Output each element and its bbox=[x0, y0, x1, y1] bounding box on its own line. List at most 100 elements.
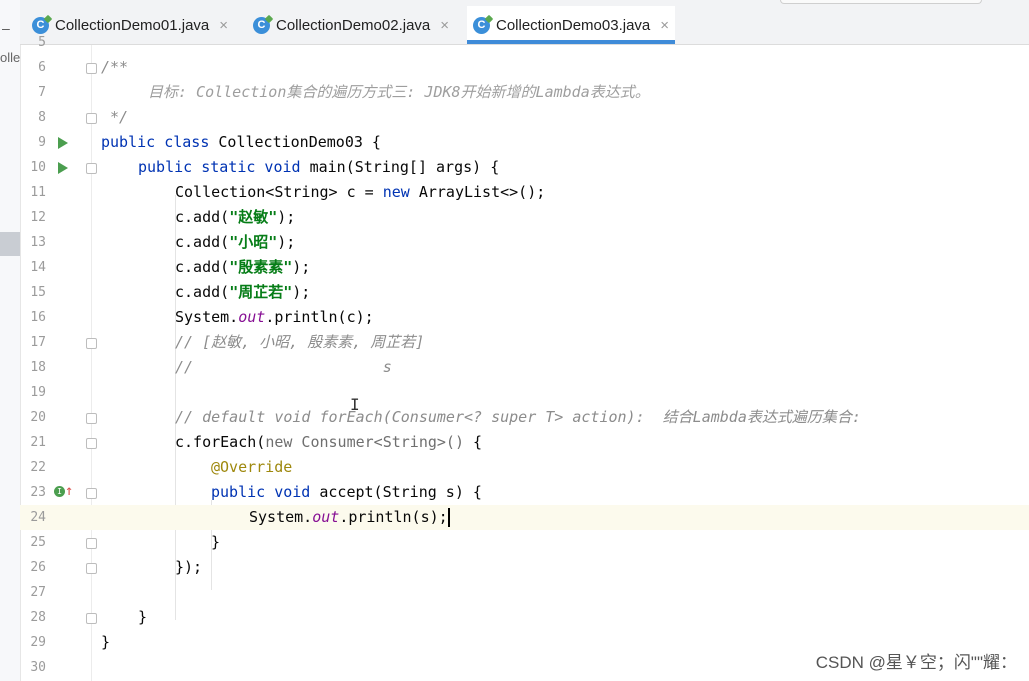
code-line: 22 @Override bbox=[20, 455, 1029, 480]
collapse-icon[interactable]: – bbox=[2, 20, 10, 36]
line-comment: // default void forEach(Consumer<? super… bbox=[175, 408, 861, 426]
code-token: c.forEach( bbox=[175, 433, 266, 451]
run-icon[interactable] bbox=[58, 162, 68, 174]
code-line: 28 } bbox=[20, 605, 1029, 630]
project-panel-strip: – olle bbox=[0, 0, 21, 681]
code-text: c.add("周芷若"); bbox=[175, 280, 310, 305]
mouse-ibeam-cursor: I bbox=[350, 395, 360, 414]
line-number: 27 bbox=[30, 585, 46, 600]
line-number: 13 bbox=[30, 235, 46, 250]
code-token: ArrayList<>(); bbox=[409, 183, 546, 201]
string-literal: "殷素素" bbox=[229, 258, 293, 276]
line-number: 30 bbox=[30, 660, 46, 675]
line-number: 10 bbox=[30, 160, 46, 175]
static-field: out bbox=[238, 308, 266, 326]
code-line: 14 c.add("殷素素"); bbox=[20, 255, 1029, 280]
line-number: 20 bbox=[30, 410, 46, 425]
line-number: 6 bbox=[38, 60, 46, 75]
anonymous-class: new Consumer<String>() bbox=[265, 433, 464, 451]
up-arrow-icon[interactable]: ↑ bbox=[65, 483, 73, 499]
code-token: ); bbox=[292, 283, 311, 301]
fold-icon[interactable] bbox=[86, 338, 97, 349]
current-code-line: 24 System.out.println(s); bbox=[20, 505, 1029, 530]
code-text: c.add("小昭"); bbox=[175, 230, 295, 255]
run-icon[interactable] bbox=[58, 137, 68, 149]
line-number: 16 bbox=[30, 310, 46, 325]
fold-icon[interactable] bbox=[86, 563, 97, 574]
code-line: 19 bbox=[20, 380, 1029, 405]
code-token: { bbox=[464, 433, 483, 451]
line-number: 18 bbox=[30, 360, 46, 375]
text-cursor bbox=[447, 508, 450, 527]
line-number: 28 bbox=[30, 610, 46, 625]
line-number: 23 bbox=[30, 485, 46, 500]
line-number: 11 bbox=[30, 185, 46, 200]
gutter bbox=[58, 155, 110, 180]
code-line: 11 Collection<String> c = new ArrayList<… bbox=[20, 180, 1029, 205]
fold-icon[interactable] bbox=[86, 113, 97, 124]
line-number: 26 bbox=[30, 560, 46, 575]
line-number: 25 bbox=[30, 535, 46, 550]
keyword: public void bbox=[211, 483, 311, 501]
code-line: 21 c.forEach(new Consumer<String>() { bbox=[20, 430, 1029, 455]
code-line: 8 */ bbox=[20, 105, 1029, 130]
code-token: System. bbox=[249, 508, 313, 526]
code-token: ); bbox=[277, 233, 296, 251]
line-number: 7 bbox=[38, 85, 46, 100]
code-line: 13 c.add("小昭"); bbox=[20, 230, 1029, 255]
keyword: new bbox=[382, 183, 410, 201]
toolbar-frame bbox=[780, 0, 982, 4]
line-comment: // s bbox=[175, 358, 392, 376]
string-literal: "赵敏" bbox=[229, 208, 278, 226]
string-literal: "周芷若" bbox=[229, 283, 293, 301]
fold-icon[interactable] bbox=[86, 538, 97, 549]
code-line: 10 public static void main(String[] args… bbox=[20, 155, 1029, 180]
fold-icon[interactable] bbox=[86, 488, 97, 499]
code-line: 7 目标: Collection集合的遍历方式三: JDK8开始新增的Lambd… bbox=[20, 80, 1029, 105]
code-text: System.out.println(s); bbox=[249, 505, 450, 530]
code-line: 23 I ↑ public void accept(String s) { bbox=[20, 480, 1029, 505]
gutter bbox=[70, 530, 110, 555]
line-number: 21 bbox=[30, 435, 46, 450]
code-line: 20 // default void forEach(Consumer<? su… bbox=[20, 405, 1029, 430]
gutter bbox=[70, 330, 110, 355]
project-tree-label[interactable]: olle bbox=[0, 50, 20, 65]
doc-comment: /** bbox=[101, 58, 129, 76]
fold-icon[interactable] bbox=[86, 438, 97, 449]
code-text: Collection<String> c = new ArrayList<>()… bbox=[175, 180, 545, 205]
watermark: CSDN @星￥空；闪""耀： bbox=[815, 653, 1017, 672]
code-token: c.add( bbox=[175, 208, 230, 226]
code-text: } bbox=[138, 608, 148, 626]
code-text: c.forEach(new Consumer<String>() { bbox=[175, 430, 482, 455]
code-token: ); bbox=[277, 208, 296, 226]
implements-method-icon[interactable]: I bbox=[54, 486, 65, 497]
line-number: 19 bbox=[30, 385, 46, 400]
code-editor[interactable]: 5 6 /** 7 目标: Collection集合的遍历方式三: JDK8开始… bbox=[20, 35, 1029, 681]
line-number: 9 bbox=[38, 135, 46, 150]
fold-icon[interactable] bbox=[86, 613, 97, 624]
code-text: public void accept(String s) { bbox=[211, 480, 482, 505]
code-text: } bbox=[101, 633, 111, 651]
code-token: accept(String s) { bbox=[310, 483, 482, 501]
line-number: 17 bbox=[30, 335, 46, 350]
gutter bbox=[70, 605, 110, 630]
line-number: 14 bbox=[30, 260, 46, 275]
keyword: public class bbox=[101, 133, 210, 151]
code-text: }); bbox=[175, 558, 203, 576]
line-number: 29 bbox=[30, 635, 46, 650]
fold-icon[interactable] bbox=[86, 413, 97, 424]
code-text: } bbox=[211, 533, 221, 551]
code-line: 5 bbox=[20, 30, 1029, 55]
line-number: 24 bbox=[30, 510, 46, 525]
code-line: 27 bbox=[20, 580, 1029, 605]
code-token: ); bbox=[292, 258, 311, 276]
code-line: 6 /** bbox=[20, 55, 1029, 80]
code-text: public static void main(String[] args) { bbox=[138, 155, 499, 180]
fold-icon[interactable] bbox=[86, 163, 97, 174]
code-token: CollectionDemo03 { bbox=[209, 133, 381, 151]
gutter bbox=[70, 430, 110, 455]
fold-icon[interactable] bbox=[86, 63, 97, 74]
project-tree-selection bbox=[0, 232, 20, 256]
line-number: 8 bbox=[38, 110, 46, 125]
code-token: c.add( bbox=[175, 283, 230, 301]
